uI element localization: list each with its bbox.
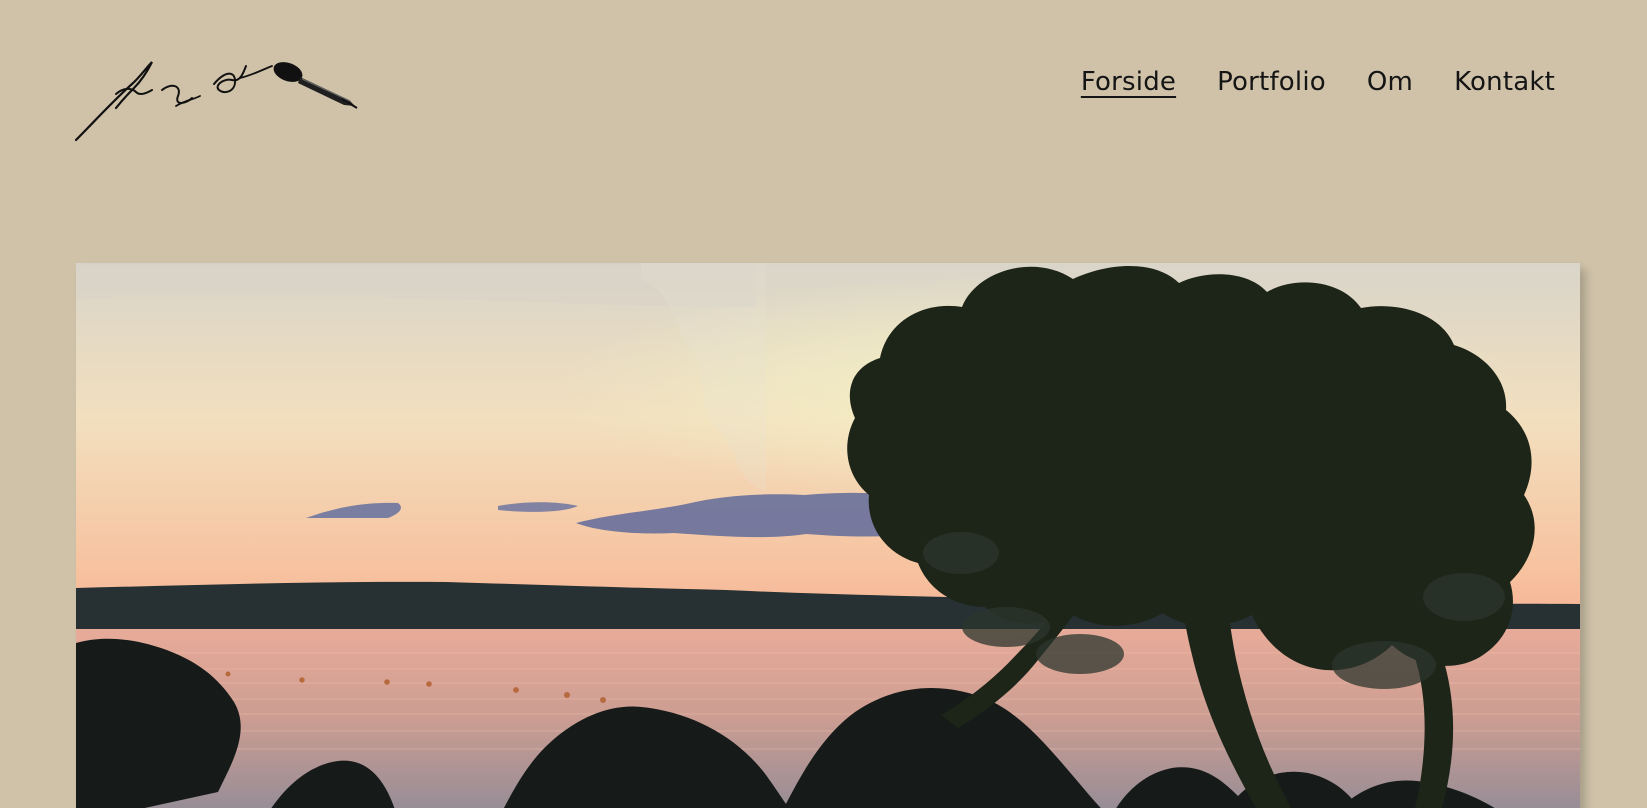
page: Forside Portfolio Om Kontakt — [0, 0, 1647, 808]
nav-link-forside[interactable]: Forside — [1081, 62, 1176, 102]
nav-link-om[interactable]: Om — [1367, 62, 1413, 102]
signature-brush-icon — [74, 61, 358, 142]
nav-link-kontakt[interactable]: Kontakt — [1454, 62, 1555, 102]
nav-link-portfolio[interactable]: Portfolio — [1217, 62, 1326, 102]
sunset-lake-photo — [76, 263, 1580, 808]
main-navigation: Forside Portfolio Om Kontakt — [1081, 62, 1555, 102]
hero-image — [76, 263, 1580, 808]
site-logo[interactable] — [74, 48, 374, 153]
